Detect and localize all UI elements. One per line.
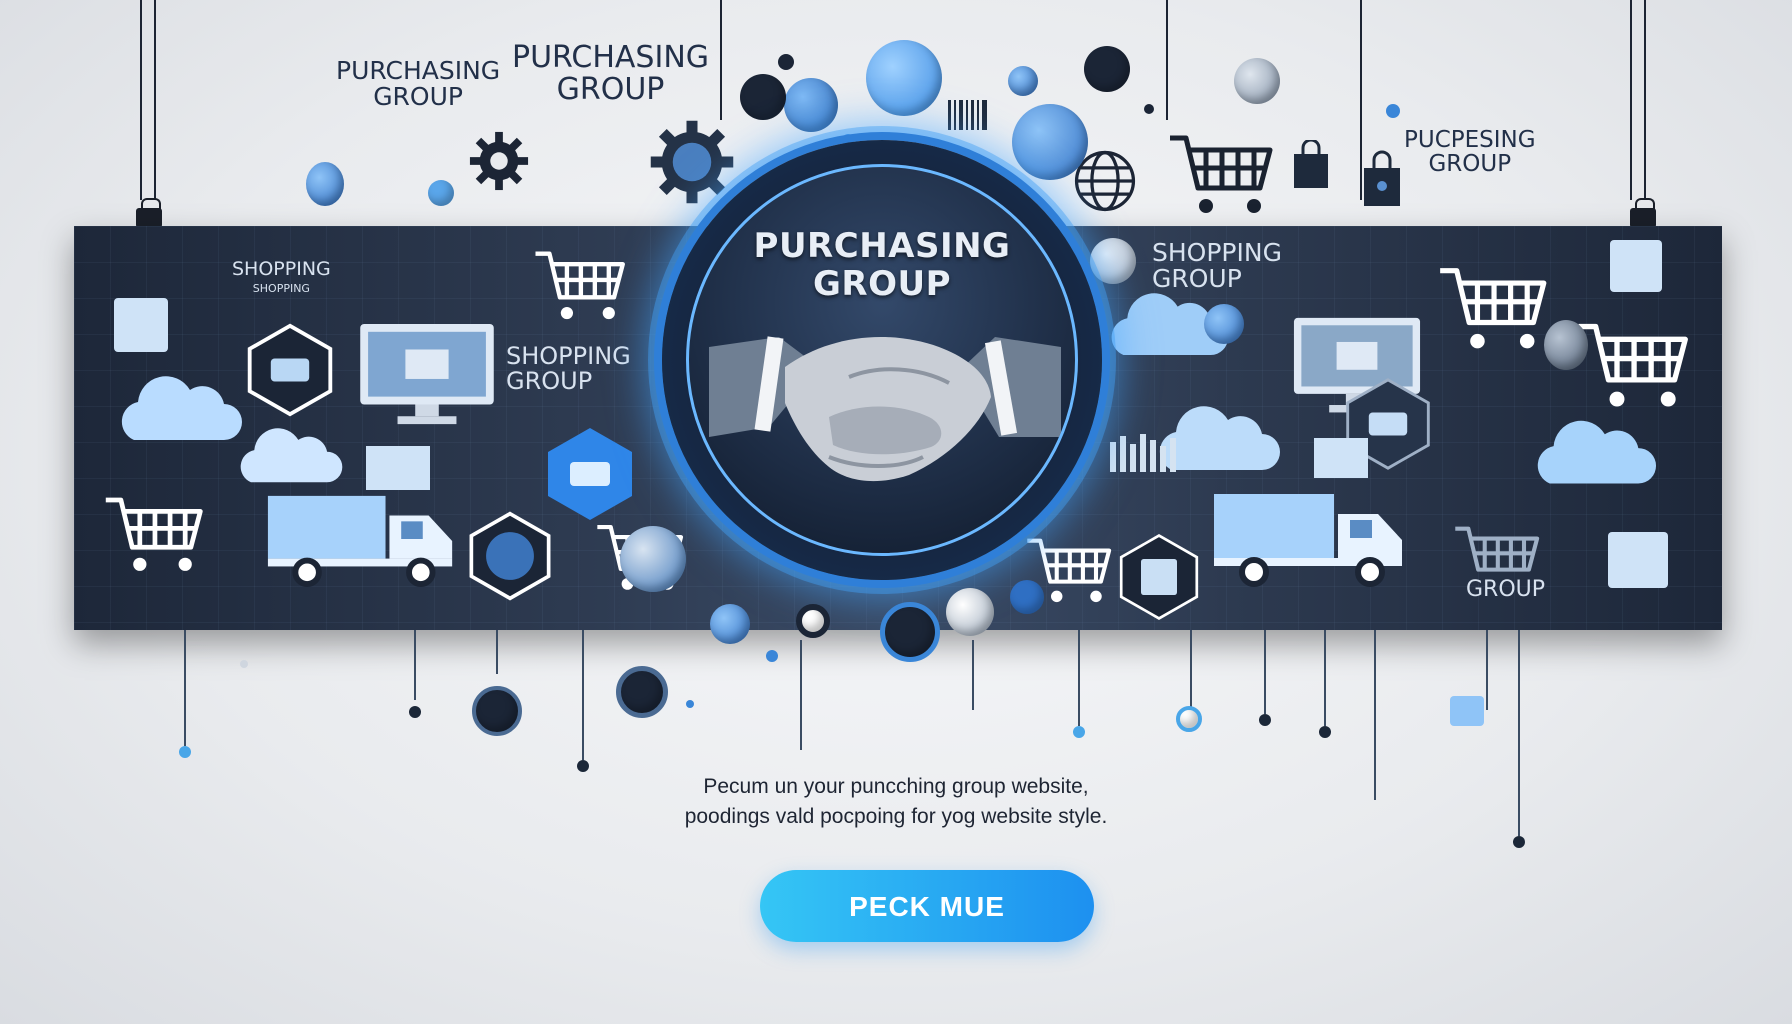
hanging-line: [972, 640, 974, 710]
shopping-group-label-mid: SHOPPING GROUP: [506, 342, 631, 396]
description-text: Pecum un your puncching group website, p…: [0, 772, 1792, 832]
icon-bubble: [1204, 304, 1244, 344]
icon-bubble: [1234, 58, 1280, 104]
bars-icon: [1110, 432, 1182, 472]
hero-emblem: PURCHASING GROUP: [662, 140, 1102, 580]
decor-dot: [766, 650, 778, 662]
hanging-line: [582, 630, 584, 760]
hanging-line: [1264, 630, 1266, 714]
binder-clip: [1630, 198, 1656, 228]
decor-dot: [686, 700, 694, 708]
decor-dot: [778, 54, 794, 70]
decor-dot: [1386, 104, 1400, 118]
icon-bubble: [784, 78, 838, 132]
cta-button[interactable]: PECK MUE: [760, 870, 1094, 942]
icon-bubble: [1544, 320, 1588, 370]
icon-bubble: [740, 74, 786, 120]
shopping-cart-icon: [532, 246, 628, 331]
hero-emblem-inner: PURCHASING GROUP: [686, 164, 1078, 556]
purchasing-group-label-right: PUCPESING GROUP: [1404, 127, 1536, 178]
tag-icon: [114, 298, 168, 352]
hanging-wire: [1166, 0, 1168, 120]
hanging-line: [496, 630, 498, 674]
icon-bubble: [1084, 46, 1130, 92]
tag-icon: [1450, 696, 1484, 726]
box-icon: [1314, 438, 1368, 478]
icon-bubble: [1008, 66, 1038, 96]
icon-bubble: [880, 602, 940, 662]
cloud-icon: [1530, 418, 1658, 488]
line-end-dot: [179, 746, 191, 758]
hanging-line: [1078, 630, 1080, 726]
shopping-group-label-right: SHOPPING GROUP: [1152, 238, 1282, 294]
hanging-line: [184, 630, 186, 746]
icon-bubble: [1012, 104, 1088, 180]
shopping-label-left: SHOPPING SHOPPING: [232, 258, 331, 295]
hanging-wire: [720, 0, 722, 120]
cloud-icon: [234, 424, 344, 488]
hanging-wire: [1644, 0, 1646, 200]
shopping-cart-icon: [1452, 522, 1542, 601]
icon-bubble: [620, 526, 686, 592]
purchasing-group-label-small: PURCHASING GROUP: [336, 56, 501, 112]
handshake-badge-icon: [464, 510, 556, 602]
decor-dot: [240, 660, 248, 668]
binder-clip: [136, 198, 162, 228]
hanging-line: [1486, 630, 1488, 710]
delivery-truck-icon: [1210, 488, 1410, 593]
shopping-cart-icon: [1574, 318, 1692, 419]
description-line-2: poodings vald pocpoing for yog website s…: [684, 805, 1108, 828]
shopping-bag-icon: [1362, 150, 1402, 208]
purchasing-group-label-large: PURCHASING GROUP: [512, 40, 710, 107]
icon-bubble: [1090, 238, 1136, 284]
line-end-dot: [1319, 726, 1331, 738]
box-icon: [344, 610, 398, 620]
gear-icon: [648, 118, 736, 206]
gear-icon: [468, 130, 530, 192]
icon-bubble: [616, 666, 668, 718]
line-end-dot: [1073, 726, 1085, 738]
handshake-icon: [709, 307, 1061, 507]
hanging-wire: [140, 0, 142, 200]
monitor-icon: [358, 322, 496, 435]
hanging-line: [414, 630, 416, 700]
handshake-badge-icon: [540, 424, 640, 524]
description-line-1: Pecum un your puncching group website,: [703, 775, 1089, 798]
line-end-dot: [1259, 714, 1271, 726]
icon-bubble: [1176, 706, 1202, 732]
hanging-line: [1324, 630, 1326, 726]
shopping-bag-icon: [1292, 138, 1330, 190]
icon-bubble: [796, 604, 830, 638]
document-badge-icon: [1114, 532, 1204, 622]
line-end-dot: [409, 706, 421, 718]
icon-bubble: [866, 40, 942, 116]
hero-title: PURCHASING GROUP: [753, 226, 1011, 304]
handshake-badge-icon: [242, 322, 338, 418]
shopping-cart-icon: [102, 492, 206, 583]
decor-dot: [1144, 104, 1154, 114]
hanging-line: [800, 640, 802, 750]
tag-icon: [1610, 240, 1662, 292]
hanging-line: [1190, 630, 1192, 716]
icon-bubble: [472, 686, 522, 736]
tag-icon: [1608, 532, 1668, 588]
shopping-cart-icon: [1436, 262, 1550, 361]
icon-bubble: [428, 180, 454, 206]
icon-bubble: [1010, 580, 1044, 614]
icon-bubble: [946, 588, 994, 636]
line-end-dot: [577, 760, 589, 772]
cloud-icon: [114, 374, 244, 444]
folder-icon: [366, 446, 430, 490]
barcode-icon: [946, 98, 990, 132]
icon-bubble: [710, 604, 750, 644]
hanging-wire: [1630, 0, 1632, 200]
delivery-truck-icon: [264, 490, 460, 593]
icon-bubble: [306, 162, 344, 206]
shopping-cart-icon: [1166, 130, 1276, 220]
line-end-dot: [1513, 836, 1525, 848]
hanging-wire: [154, 0, 156, 200]
